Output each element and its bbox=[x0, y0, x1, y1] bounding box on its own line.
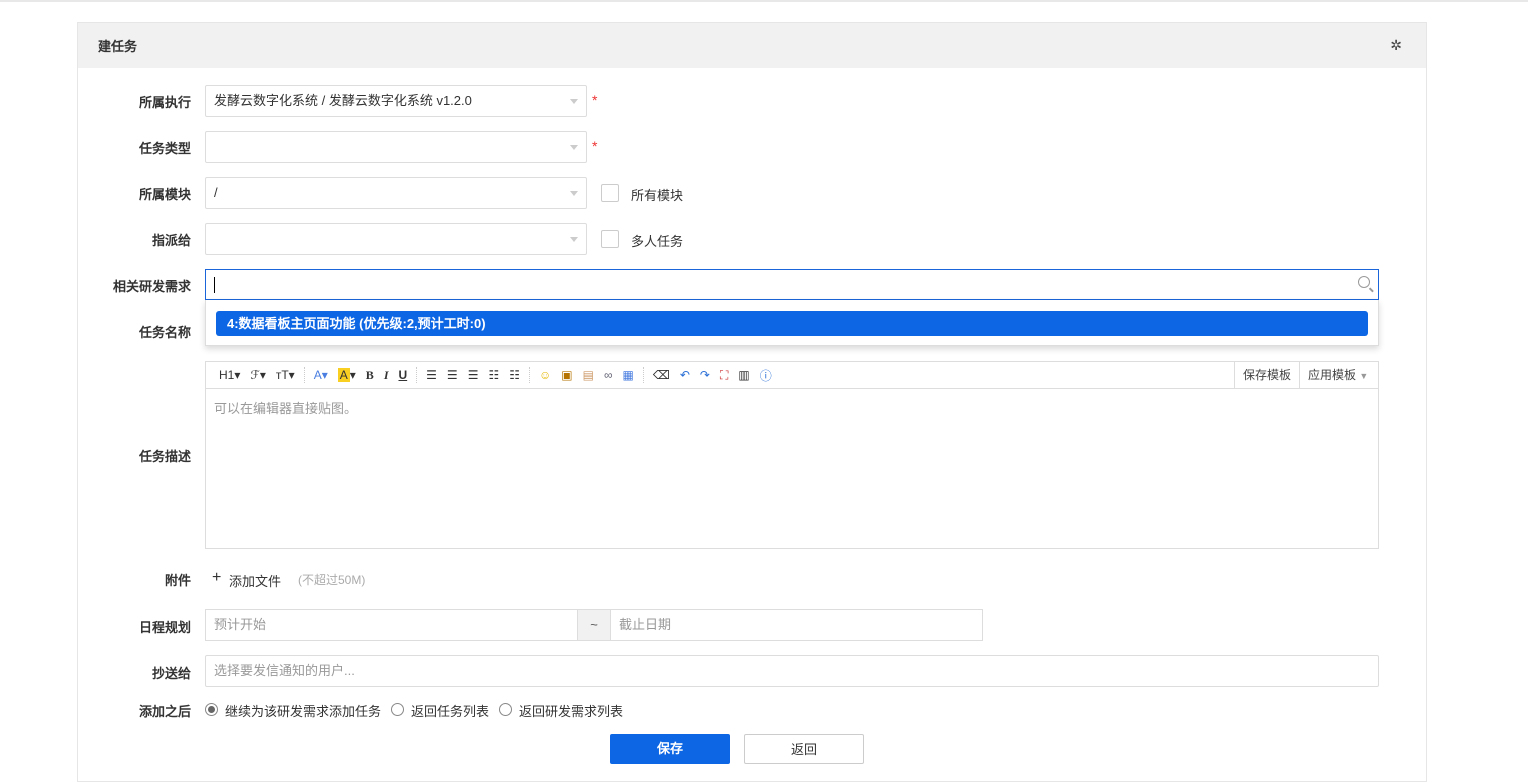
multi-task-checkbox[interactable] bbox=[601, 230, 619, 248]
apply-template-button[interactable]: 应用模板 ▼ bbox=[1299, 362, 1378, 388]
unordered-list-icon[interactable]: ☷ bbox=[509, 368, 520, 382]
divider bbox=[528, 367, 530, 383]
all-modules-label: 所有模块 bbox=[631, 188, 684, 203]
save-template-button[interactable]: 保存模板 bbox=[1233, 362, 1299, 388]
text-cursor bbox=[214, 277, 215, 293]
gear-icon[interactable]: ✲ bbox=[1390, 37, 1402, 54]
emoji-icon[interactable]: ☺ bbox=[539, 368, 551, 382]
label-after: 添加之后 bbox=[138, 704, 191, 719]
font-color-button[interactable]: A▾ bbox=[314, 368, 328, 382]
search-icon bbox=[1358, 276, 1370, 288]
highlight-button[interactable]: A ▾ bbox=[337, 368, 356, 382]
label-story: 相关研发需求 bbox=[112, 279, 191, 294]
story-search-input[interactable] bbox=[205, 269, 1379, 300]
align-left-icon[interactable]: ☰ bbox=[426, 368, 437, 382]
required-mark: * bbox=[592, 138, 598, 154]
label-assign: 指派给 bbox=[151, 233, 191, 248]
panel-title: 建任务 bbox=[98, 39, 138, 54]
cc-input[interactable]: 选择要发信通知的用户... bbox=[205, 655, 1379, 687]
label-desc: 任务描述 bbox=[138, 449, 191, 464]
font-size-button[interactable]: тT▾ bbox=[276, 368, 295, 382]
after-label-task-list: 返回任务列表 bbox=[411, 704, 490, 719]
label-type: 任务类型 bbox=[138, 141, 191, 156]
execution-select[interactable]: 发酵云数字化系统 / 发酵云数字化系统 v1.2.0 bbox=[205, 85, 587, 117]
font-family-button[interactable]: ℱ▾ bbox=[250, 368, 265, 382]
redo-icon[interactable]: ↷ bbox=[700, 368, 710, 382]
story-option[interactable]: 4:数据看板主页面功能 (优先级:2,预计工时:0) bbox=[216, 311, 1368, 336]
label-schedule: 日程规划 bbox=[138, 620, 191, 635]
date-separator: ~ bbox=[577, 609, 611, 641]
save-button[interactable]: 保存 bbox=[610, 734, 730, 764]
underline-button[interactable]: U bbox=[398, 368, 407, 382]
table-icon[interactable]: ▦ bbox=[623, 368, 634, 382]
divider bbox=[303, 367, 305, 383]
module-value: / bbox=[214, 185, 218, 200]
all-modules-checkbox[interactable] bbox=[601, 184, 619, 202]
paste-icon[interactable]: ▥ bbox=[738, 368, 749, 382]
plus-icon[interactable]: + bbox=[212, 569, 221, 587]
after-radio-continue[interactable] bbox=[205, 703, 218, 716]
multi-task-label: 多人任务 bbox=[631, 234, 684, 249]
label-execution: 所属执行 bbox=[138, 95, 191, 110]
after-radio-task-list[interactable] bbox=[391, 703, 404, 716]
heading-button[interactable]: H1▾ bbox=[219, 368, 240, 382]
label-attach: 附件 bbox=[164, 573, 191, 588]
label-module: 所属模块 bbox=[138, 187, 191, 202]
code-icon[interactable]: ▤ bbox=[583, 368, 594, 382]
image-icon[interactable]: ▣ bbox=[561, 368, 572, 382]
italic-button[interactable]: I bbox=[384, 368, 389, 383]
align-right-icon[interactable]: ☰ bbox=[468, 368, 479, 382]
divider bbox=[642, 367, 644, 383]
assign-select[interactable] bbox=[205, 223, 587, 255]
start-date-input[interactable]: 预计开始 bbox=[205, 609, 578, 641]
label-name: 任务名称 bbox=[138, 325, 191, 340]
attach-hint: (不超过50M) bbox=[298, 573, 366, 587]
chevron-down-icon bbox=[570, 99, 578, 104]
module-select[interactable]: / bbox=[205, 177, 587, 209]
top-border bbox=[0, 0, 1528, 2]
editor-toolbar: H1▾ ℱ▾ тT▾ A▾ A ▾ B I U ☰ ☰ ☰ ☷ ☷ ☺ ▣ ▤ ∞… bbox=[206, 362, 1378, 389]
chevron-down-icon bbox=[570, 145, 578, 150]
eraser-icon[interactable]: ⌫ bbox=[653, 368, 670, 382]
add-file-button[interactable]: 添加文件 bbox=[229, 571, 281, 590]
help-icon[interactable]: ⓘ bbox=[760, 367, 772, 384]
bold-button[interactable]: B bbox=[366, 368, 374, 383]
editor-placeholder: 可以在编辑器直接贴图。 bbox=[214, 401, 358, 416]
label-cc: 抄送给 bbox=[151, 666, 191, 681]
link-icon[interactable]: ∞ bbox=[604, 368, 613, 382]
required-mark: * bbox=[592, 92, 598, 108]
after-label-story-list: 返回研发需求列表 bbox=[519, 704, 624, 719]
chevron-down-icon bbox=[570, 237, 578, 242]
chevron-down-icon bbox=[570, 191, 578, 196]
undo-icon[interactable]: ↶ bbox=[680, 368, 690, 382]
divider bbox=[416, 367, 418, 383]
type-select[interactable] bbox=[205, 131, 587, 163]
ordered-list-icon[interactable]: ☷ bbox=[488, 368, 499, 382]
after-label-continue: 继续为该研发需求添加任务 bbox=[225, 704, 382, 719]
after-radio-story-list[interactable] bbox=[499, 703, 512, 716]
end-date-input[interactable]: 截止日期 bbox=[610, 609, 983, 641]
align-center-icon[interactable]: ☰ bbox=[447, 368, 458, 382]
execution-value: 发酵云数字化系统 / 发酵云数字化系统 v1.2.0 bbox=[214, 93, 472, 108]
panel-header: 建任务 ✲ bbox=[78, 23, 1426, 68]
story-dropdown: 4:数据看板主页面功能 (优先级:2,预计工时:0) bbox=[205, 300, 1379, 346]
fullscreen-icon[interactable]: ⛶ bbox=[720, 368, 728, 383]
back-button[interactable]: 返回 bbox=[744, 734, 864, 764]
rich-text-editor[interactable]: H1▾ ℱ▾ тT▾ A▾ A ▾ B I U ☰ ☰ ☰ ☷ ☷ ☺ ▣ ▤ ∞… bbox=[205, 361, 1379, 549]
